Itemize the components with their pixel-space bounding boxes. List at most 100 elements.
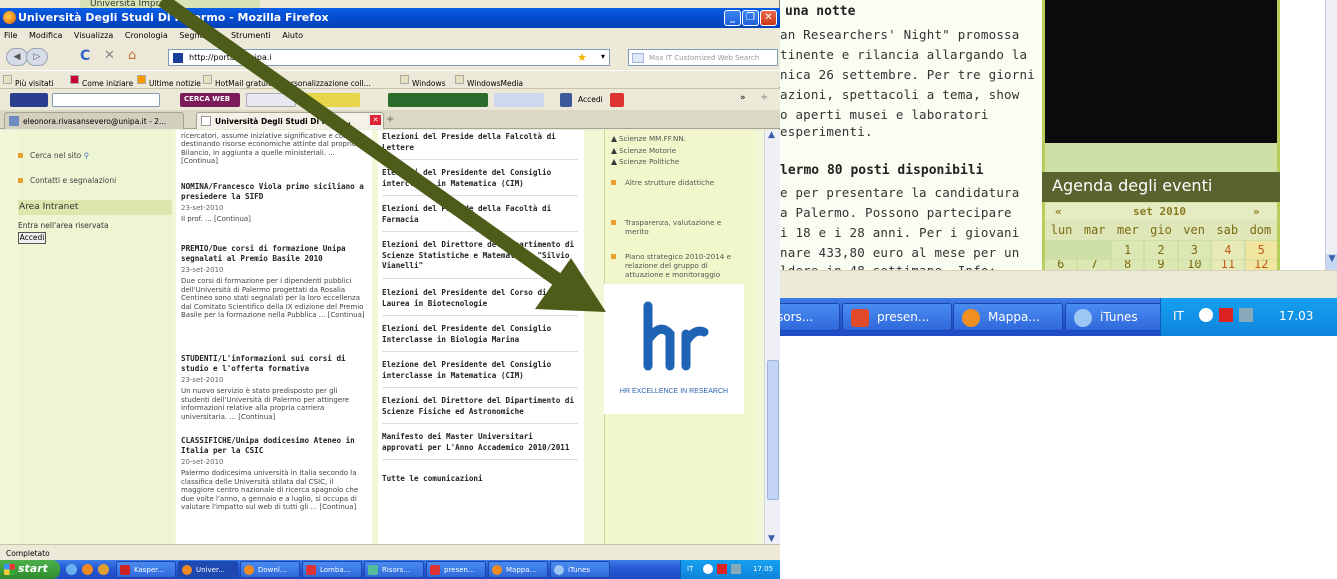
announcement-link[interactable]: Elezioni del Direttore del Dipartimento … [382, 240, 578, 279]
start-button[interactable]: start [0, 560, 60, 579]
calendar-day[interactable]: 8 [1111, 260, 1144, 270]
tray-language[interactable]: IT [687, 565, 693, 573]
reload-icon[interactable]: C [80, 48, 90, 64]
calendar-day[interactable]: 12 [1245, 260, 1277, 270]
youtube-icon[interactable] [610, 93, 624, 107]
web-search-input[interactable]: Max IT Customized Web Search [628, 49, 778, 66]
calendar-prev-button[interactable]: « [1055, 205, 1062, 218]
address-bar[interactable]: http://portale.unipa.i ★ ▾ [168, 49, 610, 66]
quicklaunch-icon[interactable] [66, 564, 77, 575]
announcement-link[interactable]: Elezioni del Presidente del Consiglio In… [382, 324, 578, 352]
structures-link[interactable]: Altre strutture didattiche [611, 178, 714, 187]
taskbar-item[interactable]: Risors... [364, 561, 424, 578]
menu-file[interactable]: File [4, 31, 17, 40]
dropdown-icon[interactable]: ▾ [601, 52, 605, 61]
network-icon[interactable] [1239, 308, 1253, 322]
network-icon[interactable] [731, 564, 741, 574]
taskbar-item[interactable]: presen... [426, 561, 486, 578]
calendar-day[interactable]: 4 [1212, 241, 1244, 259]
new-tab-icon[interactable]: + [386, 114, 394, 125]
search-web-button[interactable]: CERCA WEB [180, 93, 240, 107]
news-title[interactable]: CLASSIFICHE/Unipa dodicesimo Ateneo in I… [181, 436, 367, 456]
search-engine-icon[interactable] [632, 53, 644, 63]
calendar-day[interactable]: 11 [1212, 260, 1244, 270]
announcement-link[interactable]: Manifesto dei Master Universitari approv… [382, 432, 578, 460]
toolbar-search-input[interactable] [52, 93, 160, 107]
scroll-up-icon[interactable]: ▲ [768, 130, 775, 140]
calendar-day[interactable]: 9 [1145, 260, 1177, 270]
transparency-link[interactable]: Trasparenza, valutazione e merito [611, 218, 743, 236]
bookmark-item[interactable]: HotMail gratuita [203, 75, 276, 88]
tray-arrow-icon[interactable] [1199, 308, 1213, 322]
login-button[interactable]: Accedi [578, 95, 603, 104]
calendar-day[interactable]: 10 [1178, 260, 1211, 270]
facebook-icon[interactable] [560, 93, 572, 107]
menu-help[interactable]: Aiuto [282, 31, 303, 40]
menu-view[interactable]: Visualizza [74, 31, 113, 40]
calendar-day[interactable]: 1 [1111, 241, 1144, 259]
stop-icon[interactable]: ✕ [104, 48, 115, 63]
menu-tools[interactable]: Strumenti [231, 31, 271, 40]
close-button[interactable]: ✕ [760, 10, 777, 26]
kaspersky-icon[interactable] [1219, 308, 1233, 322]
announcement-link[interactable]: Elezioni del Presidente del Corso di Lau… [382, 288, 578, 316]
taskbar-item[interactable]: iTunes [1065, 303, 1175, 331]
taskbar-item[interactable]: Mappa... [953, 303, 1063, 331]
toolbar-icons[interactable] [494, 93, 544, 107]
announcement-link[interactable]: Elezioni del Preside della Facoltà di Fa… [382, 204, 578, 232]
tab-university[interactable]: Università Degli Studi Di Paler... [196, 112, 384, 129]
tab-close-icon[interactable]: ✕ [370, 115, 381, 125]
add-icon[interactable]: + [760, 92, 768, 103]
background-scrollbar[interactable]: ▼ [1325, 0, 1337, 270]
menu-history[interactable]: Cronologia [125, 31, 168, 40]
calendar-next-button[interactable]: » [1253, 205, 1260, 218]
firefox-icon[interactable] [82, 564, 93, 575]
back-button[interactable]: ◀ [6, 48, 28, 66]
contacts-link[interactable]: Contatti e segnalazioni [18, 176, 116, 185]
calendar-day[interactable]: 6 [1045, 260, 1077, 270]
taskbar-item[interactable]: Kasper... [116, 561, 176, 578]
faculty-link[interactable]: Scienze Politiche [611, 157, 679, 166]
announcement-link[interactable]: Elezioni del Presidente del Consiglio in… [382, 168, 578, 196]
tray-arrow-icon[interactable] [703, 564, 713, 574]
taskbar-item[interactable]: Downl... [240, 561, 300, 578]
taskbar-item[interactable]: Lomba... [302, 561, 362, 578]
toolbar-widgets[interactable] [246, 93, 296, 107]
announcement-link[interactable]: Elezione del Presidente del Consiglio in… [382, 360, 578, 388]
faculty-link[interactable]: Scienze MM.FF.NN. [611, 134, 686, 143]
maximize-button[interactable]: ❐ [742, 10, 759, 26]
taskbar-item[interactable]: iTunes [550, 561, 610, 578]
calendar-day[interactable]: 3 [1178, 241, 1211, 259]
toolbar-icons[interactable] [300, 93, 360, 107]
menu-edit[interactable]: Modifica [29, 31, 62, 40]
calendar-day[interactable]: 5 [1245, 241, 1277, 259]
taskbar-item[interactable]: Mappa... [488, 561, 548, 578]
bookmark-item[interactable]: Ultime notizie [137, 75, 201, 88]
scroll-down-icon[interactable]: ▼ [1326, 254, 1337, 270]
minimize-button[interactable]: _ [724, 10, 741, 26]
faculty-link[interactable]: Scienze Motorie [611, 146, 676, 155]
overflow-icon[interactable]: » [740, 93, 746, 103]
bookmark-star-icon[interactable]: ★ [577, 51, 587, 64]
calendar-day[interactable]: 7 [1078, 260, 1110, 270]
taskbar-item[interactable]: Univer... [178, 561, 238, 578]
news-title[interactable]: NOMINA/Francesco Viola primo siciliano a… [181, 182, 367, 202]
scroll-down-icon[interactable]: ▼ [768, 534, 775, 544]
bookmark-item[interactable]: Personalizzazione coll... [270, 75, 371, 88]
kaspersky-icon[interactable] [717, 564, 727, 574]
all-announcements-link[interactable]: Tutte le comunicazioni [382, 474, 578, 491]
tab-email[interactable]: eleonora.rivasansevero@unipa.it - 2... [4, 112, 184, 129]
toolbar-logo[interactable] [10, 93, 48, 107]
calendar-day[interactable]: 2 [1145, 241, 1177, 259]
intranet-link[interactable]: Entra nell'area riservata [18, 221, 109, 230]
access-button[interactable]: Accedi [18, 232, 46, 244]
announcement-link[interactable]: Elezioni del Direttore del Dipartimento … [382, 396, 578, 424]
page-scrollbar[interactable]: ▲ ▼ [764, 130, 780, 544]
news-title[interactable]: PREMIO/Due corsi di formazione Unipa seg… [181, 244, 367, 264]
bookmark-item[interactable]: Come iniziare [70, 75, 133, 88]
quicklaunch-icon[interactable] [98, 564, 109, 575]
taskbar-item[interactable]: presen... [842, 303, 952, 331]
hr-excellence-logo[interactable]: HR EXCELLENCE IN RESEARCH [604, 284, 744, 414]
bookmark-item[interactable]: Più visitati [3, 75, 54, 88]
scrollbar-thumb[interactable] [767, 360, 779, 500]
